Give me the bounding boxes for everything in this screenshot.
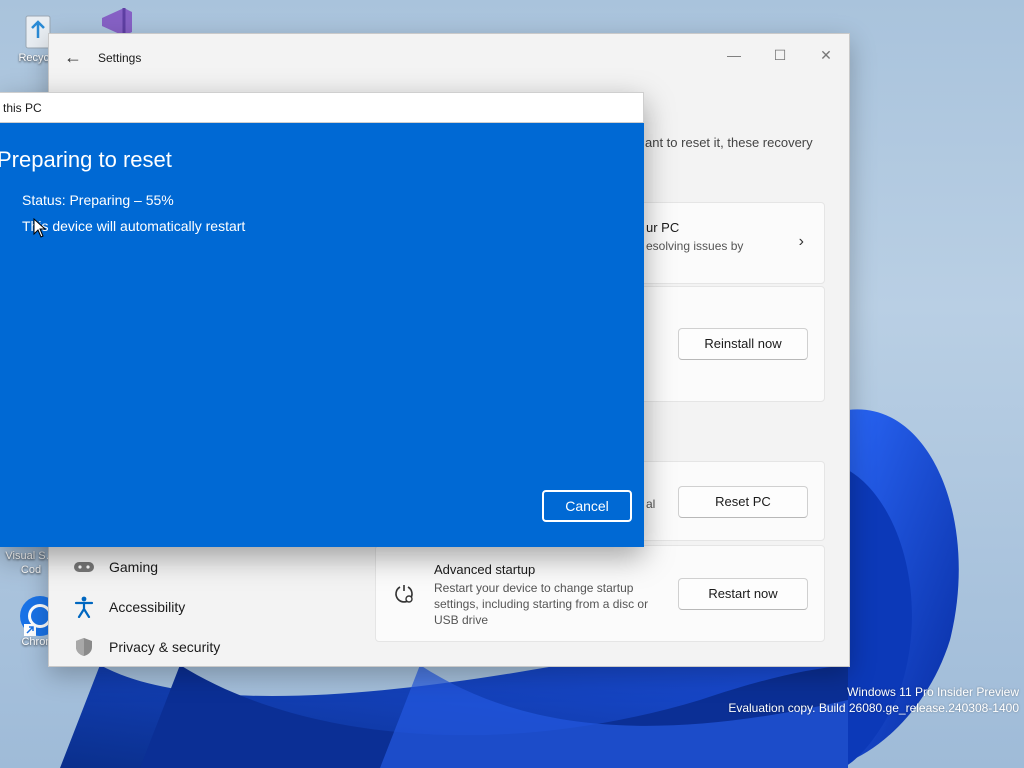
card-subtitle: Restart your device to change startup se… xyxy=(434,580,674,628)
card-subtitle: esolving issues by xyxy=(646,239,744,253)
reset-pc-button[interactable]: Reset PC xyxy=(678,486,808,518)
reinstall-now-button[interactable]: Reinstall now xyxy=(678,328,808,360)
nav-item-gaming[interactable]: Gaming xyxy=(73,555,158,579)
recovery-intro-text: ant to reset it, these recovery xyxy=(645,135,813,150)
reset-pc-dialog: this PC Preparing to reset Status: Prepa… xyxy=(0,92,644,547)
restart-now-button[interactable]: Restart now xyxy=(678,578,808,610)
card-title: Advanced startup xyxy=(434,562,536,577)
reset-status: Status: Preparing – 55% xyxy=(22,192,174,208)
windows-watermark: Windows 11 Pro Insider Preview Evaluatio… xyxy=(728,684,1019,716)
accessibility-icon xyxy=(73,596,95,618)
reset-dialog-title: this PC xyxy=(3,101,42,115)
back-button[interactable]: ← xyxy=(61,48,85,68)
reset-dialog-titlebar[interactable]: this PC xyxy=(0,92,644,123)
reset-dialog-body: Preparing to reset Status: Preparing – 5… xyxy=(0,123,644,547)
nav-item-accessibility[interactable]: Accessibility xyxy=(73,595,185,619)
mouse-cursor-icon xyxy=(33,218,47,238)
subtitle-line: Restart your device to change startup xyxy=(434,581,634,595)
shield-icon xyxy=(73,636,95,658)
subtitle-line: settings, including starting from a disc… xyxy=(434,597,649,611)
watermark-line-2: Evaluation copy. Build 26080.ge_release.… xyxy=(728,701,1019,715)
settings-titlebar[interactable]: ← Settings — ☐ ✕ xyxy=(49,34,849,82)
nav-item-label: Accessibility xyxy=(109,599,186,615)
reset-restart-note: This device will automatically restart xyxy=(22,218,246,234)
advanced-startup-icon xyxy=(392,582,416,606)
chevron-right-icon: › xyxy=(798,233,804,250)
nav-item-label: Gaming xyxy=(109,559,159,575)
cancel-button[interactable]: Cancel xyxy=(542,490,632,522)
subtitle-line: USB drive xyxy=(434,613,489,627)
minimize-button[interactable]: — xyxy=(711,40,757,70)
maximize-button[interactable]: ☐ xyxy=(757,40,803,70)
reset-heading: Preparing to reset xyxy=(0,147,172,172)
gamepad-icon xyxy=(73,556,95,578)
close-button[interactable]: ✕ xyxy=(803,40,849,70)
card-subtitle: al xyxy=(646,497,656,511)
advanced-startup-card: Advanced startup Restart your device to … xyxy=(375,545,825,642)
card-title: ur PC xyxy=(646,220,680,235)
nav-item-label: Privacy & security xyxy=(109,639,221,655)
nav-item-privacy-security[interactable]: Privacy & security xyxy=(73,635,220,659)
window-title: Settings xyxy=(98,51,142,65)
watermark-line-1: Windows 11 Pro Insider Preview xyxy=(847,685,1019,699)
